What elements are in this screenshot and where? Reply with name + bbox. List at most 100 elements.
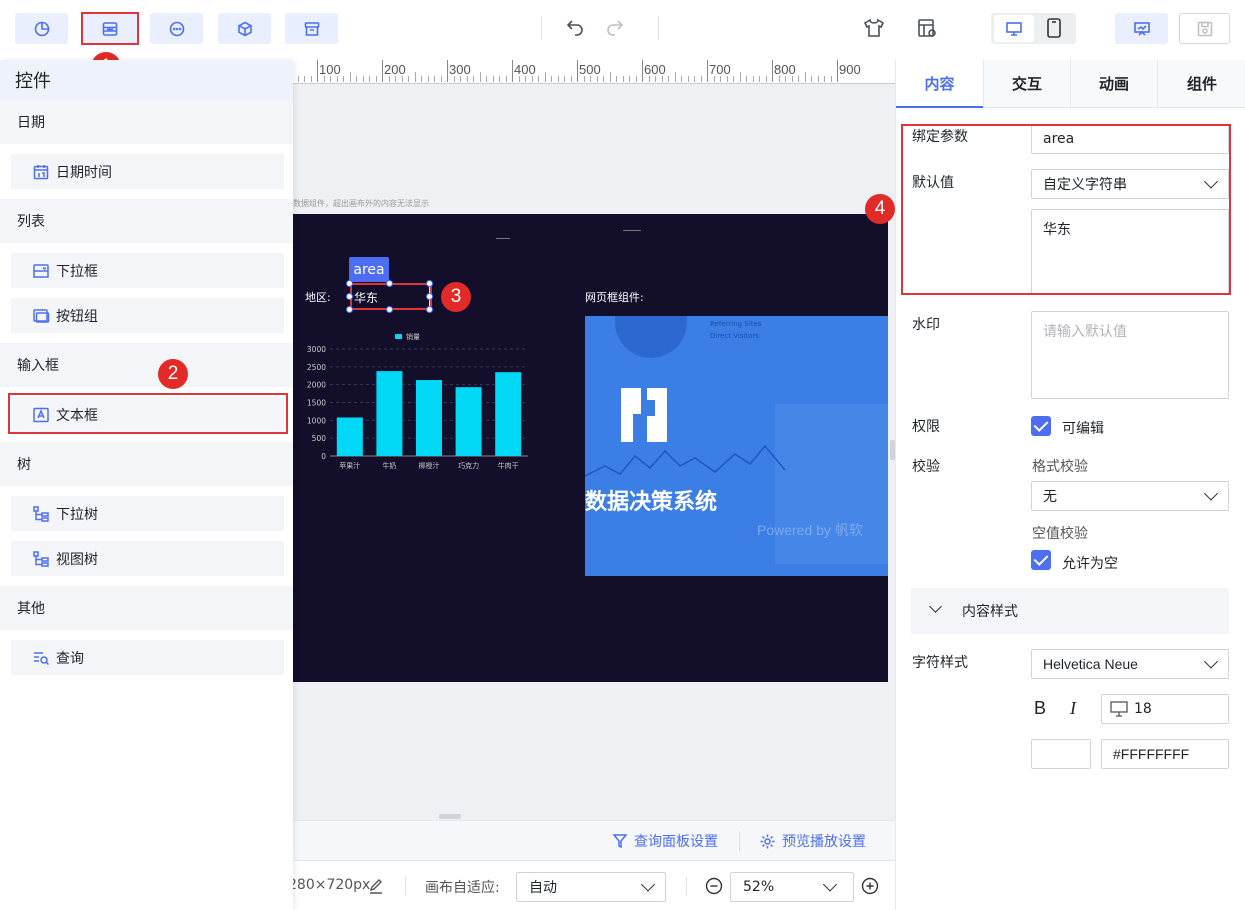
tab-interaction[interactable]: 交互: [983, 60, 1070, 108]
presentation-button[interactable]: [1115, 13, 1168, 44]
edit-icon[interactable]: [368, 878, 384, 894]
desktop-icon: [1006, 21, 1022, 36]
bar: [336, 417, 363, 456]
widget-group-header: 树: [0, 442, 293, 486]
web-frame-label: 网页框组件:: [585, 291, 644, 304]
query-panel-settings-label: 查询面板设置: [634, 834, 718, 850]
format-validate-select[interactable]: 无: [1031, 481, 1229, 511]
chevron-down-icon: [1203, 486, 1219, 501]
gear-icon: [760, 834, 775, 848]
web-legend-2: Direct Visitors: [710, 332, 759, 340]
content-style-section[interactable]: 内容样式: [911, 588, 1229, 634]
widget-group-header: 日期: [0, 100, 293, 144]
widget-item[interactable]: 视图树: [11, 541, 284, 576]
settings-table-button[interactable]: [916, 17, 938, 43]
x-tick-label: 牛奶: [382, 461, 396, 470]
redo-button[interactable]: [605, 17, 625, 41]
widget-group-header: 其他: [0, 586, 293, 630]
button-group-icon: [33, 308, 50, 323]
watermark-input[interactable]: 请输入默认值: [1031, 311, 1229, 399]
brand-logo: [613, 384, 675, 446]
widget-item[interactable]: 日期时间: [11, 154, 284, 189]
monitor-icon: [1110, 701, 1128, 717]
tree-dropdown-icon: [33, 505, 49, 522]
tab-animation[interactable]: 动画: [1070, 60, 1157, 108]
web-powered-by: Powered by 帆软: [757, 522, 863, 538]
zoom-bar: 280×720px 画布自适应: 自动 52%: [288, 860, 895, 910]
widget-panel-title: 控件: [0, 60, 293, 100]
y-tick-label: 3000: [307, 345, 326, 354]
font-color-swatch[interactable]: [1031, 739, 1091, 769]
x-tick-label: 牛肉干: [498, 461, 519, 470]
y-tick-label: 1500: [307, 399, 326, 408]
web-frame-title: 数据决策系统: [585, 490, 718, 515]
widget-group-header: 列表: [0, 199, 293, 243]
widget-item-label: 日期时间: [56, 164, 112, 181]
ruler-tick-label: 800: [774, 62, 796, 77]
presentation-icon: [1133, 21, 1150, 36]
archive-button[interactable]: [285, 13, 338, 44]
sales-bar-chart: 销量 3000 2500 2000 1500 1000 500 0 苹果汁 牛奶 柳橙汁 巧克力 牛肉干: [307, 332, 528, 470]
bind-param-tag: area: [349, 257, 389, 282]
zoom-in-icon[interactable]: [861, 877, 879, 895]
query-icon: [34, 651, 50, 665]
content-style-label: 内容样式: [962, 604, 1018, 620]
zoom-out-icon[interactable]: [705, 877, 723, 895]
more-dots-icon: [169, 21, 184, 36]
highlight-box-2: [8, 393, 288, 434]
cube-icon: [237, 21, 252, 36]
cube-button[interactable]: [218, 13, 271, 44]
widget-item-label: 下拉树: [56, 506, 98, 523]
highlight-box-4: [901, 124, 1231, 295]
tab-component[interactable]: 组件: [1157, 60, 1245, 108]
preview-settings-button[interactable]: 预览播放设置: [759, 831, 866, 851]
font-color-hex-input[interactable]: #FFFFFFFF: [1101, 739, 1229, 769]
chevron-down-icon: [822, 877, 838, 892]
widget-panel: 控件 日期 日期时间 列表 下拉框 按钮组 输入框 文本框树下拉树 视图树 其他 查询: [0, 60, 293, 910]
chevron-down-icon: [929, 600, 942, 613]
step-badge-3: 3: [441, 282, 471, 312]
filter-icon: [612, 834, 628, 849]
fit-select[interactable]: 自动: [516, 872, 666, 902]
editable-label: 可编辑: [1062, 421, 1104, 437]
canvas-hint: 数据组件，超出画布外的内容无法显示: [293, 199, 429, 208]
widget-item[interactable]: 下拉框: [11, 253, 284, 288]
null-validate-label: 空值校验: [1032, 526, 1088, 542]
bold-button[interactable]: B: [1034, 698, 1046, 719]
web-frame[interactable]: Referring Sites Direct Visitors 数据决策系统 P…: [585, 316, 888, 576]
chart-pie-button[interactable]: [15, 13, 68, 44]
widget-item[interactable]: 按钮组: [11, 298, 284, 333]
editable-checkbox[interactable]: [1031, 416, 1051, 436]
query-panel-settings-button[interactable]: 查询面板设置: [612, 831, 718, 851]
horizontal-scroll-handle[interactable]: [439, 814, 461, 819]
font-size-value: 18: [1134, 701, 1152, 717]
font-size-input[interactable]: 18: [1101, 694, 1229, 724]
more-button[interactable]: [150, 13, 203, 44]
save-button[interactable]: [1179, 13, 1230, 44]
archive-icon: [304, 21, 319, 36]
font-family-select[interactable]: Helvetica Neue: [1031, 649, 1229, 679]
web-legend-1: Referring Sites: [710, 320, 762, 328]
save-icon: [1197, 21, 1212, 36]
mobile-button[interactable]: [1044, 17, 1064, 43]
fit-label: 画布自适应:: [425, 880, 500, 896]
fit-select-value: 自动: [529, 880, 557, 896]
italic-button[interactable]: I: [1070, 698, 1076, 719]
tree-view-icon: [33, 550, 49, 567]
preview-settings-label: 预览播放设置: [782, 834, 866, 850]
widget-item-label: 下拉框: [56, 263, 98, 280]
widget-item[interactable]: 查询: [11, 640, 284, 675]
tab-content[interactable]: 内容: [896, 60, 983, 108]
watermark-label: 水印: [912, 317, 940, 333]
theme-button[interactable]: [863, 17, 885, 43]
widget-item[interactable]: 下拉树: [11, 496, 284, 531]
undo-button[interactable]: [565, 17, 585, 41]
zoom-select[interactable]: 52%: [730, 872, 854, 902]
desktop-button[interactable]: [994, 15, 1034, 42]
calendar-icon: [33, 164, 49, 179]
allow-null-checkbox[interactable]: [1031, 550, 1051, 570]
ruler-tick-label: 700: [709, 62, 731, 77]
x-tick-label: 巧克力: [458, 461, 479, 470]
allow-null-label: 允许为空: [1062, 556, 1118, 572]
bar: [416, 380, 442, 456]
